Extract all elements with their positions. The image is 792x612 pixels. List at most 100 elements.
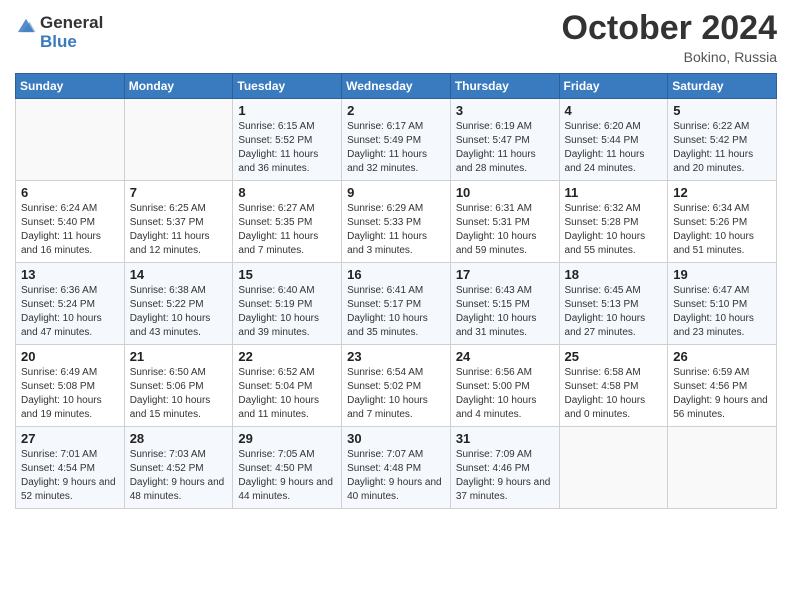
day-info: Sunrise: 6:36 AM Sunset: 5:24 PM Dayligh… <box>21 284 119 340</box>
header-row: Sunday Monday Tuesday Wednesday Thursday… <box>16 74 777 99</box>
cell-w0-d5: 4Sunrise: 6:20 AM Sunset: 5:44 PM Daylig… <box>559 99 668 181</box>
day-number: 11 <box>565 185 663 200</box>
cell-w4-d0: 27 Sunrise: 7:01 AM Sunset: 4:54 PM Dayli… <box>16 427 125 509</box>
cell-w1-d2: 8Sunrise: 6:27 AM Sunset: 5:35 PM Daylig… <box>233 181 342 263</box>
day-number: 25 <box>565 349 663 364</box>
col-thursday: Thursday <box>450 74 559 99</box>
day-info: Sunrise: 6:56 AM Sunset: 5:00 PM Dayligh… <box>456 366 554 422</box>
cell-w1-d1: 7 Sunrise: 6:25 AM Sunset: 5:37 PM Daylig… <box>124 181 233 263</box>
cell-w1-d3: 9 Sunrise: 6:29 AM Sunset: 5:33 PM Daylig… <box>342 181 451 263</box>
cell-w3-d3: 23 Sunrise: 6:54 AM Sunset: 5:02 PM Dayli… <box>342 345 451 427</box>
cell-w0-d3: 2 Sunrise: 6:17 AM Sunset: 5:49 PM Daylig… <box>342 99 451 181</box>
logo-icon <box>15 16 37 38</box>
col-wednesday: Wednesday <box>342 74 451 99</box>
day-info: Sunrise: 6:31 AM Sunset: 5:31 PM Dayligh… <box>456 202 554 258</box>
day-number: 2 <box>347 103 445 118</box>
day-info: Sunrise: 6:47 AM Sunset: 5:10 PM Dayligh… <box>673 284 771 340</box>
day-number: 20 <box>21 349 119 364</box>
day-info: Sunrise: 7:07 AM Sunset: 4:48 PM Dayligh… <box>347 448 445 504</box>
day-info: Sunrise: 6:19 AM Sunset: 5:47 PM Dayligh… <box>456 120 554 176</box>
day-number: 15 <box>238 267 336 282</box>
cell-w2-d3: 16Sunrise: 6:41 AM Sunset: 5:17 PM Dayli… <box>342 263 451 345</box>
title-block: October 2024 Bokino, Russia <box>562 10 777 65</box>
day-info: Sunrise: 6:52 AM Sunset: 5:04 PM Dayligh… <box>238 366 336 422</box>
day-number: 13 <box>21 267 119 282</box>
day-number: 31 <box>456 431 554 446</box>
day-number: 23 <box>347 349 445 364</box>
day-info: Sunrise: 6:45 AM Sunset: 5:13 PM Dayligh… <box>565 284 663 340</box>
col-saturday: Saturday <box>668 74 777 99</box>
cell-w1-d6: 12 Sunrise: 6:34 AM Sunset: 5:26 PM Dayli… <box>668 181 777 263</box>
cell-w3-d0: 20 Sunrise: 6:49 AM Sunset: 5:08 PM Dayli… <box>16 345 125 427</box>
cell-w3-d2: 22 Sunrise: 6:52 AM Sunset: 5:04 PM Dayli… <box>233 345 342 427</box>
cell-w0-d1 <box>124 99 233 181</box>
logo: General Blue <box>15 10 103 51</box>
day-number: 24 <box>456 349 554 364</box>
day-number: 19 <box>673 267 771 282</box>
day-info: Sunrise: 6:15 AM Sunset: 5:52 PM Dayligh… <box>238 120 336 176</box>
day-number: 28 <box>130 431 228 446</box>
logo-general: General <box>40 14 103 33</box>
week-row-1: 6Sunrise: 6:24 AM Sunset: 5:40 PM Daylig… <box>16 181 777 263</box>
cell-w1-d5: 11 Sunrise: 6:32 AM Sunset: 5:28 PM Dayli… <box>559 181 668 263</box>
day-number: 17 <box>456 267 554 282</box>
week-row-4: 27 Sunrise: 7:01 AM Sunset: 4:54 PM Dayli… <box>16 427 777 509</box>
cell-w2-d6: 19 Sunrise: 6:47 AM Sunset: 5:10 PM Dayli… <box>668 263 777 345</box>
day-info: Sunrise: 6:29 AM Sunset: 5:33 PM Dayligh… <box>347 202 445 258</box>
cell-w4-d6 <box>668 427 777 509</box>
day-number: 14 <box>130 267 228 282</box>
cell-w0-d6: 5 Sunrise: 6:22 AM Sunset: 5:42 PM Daylig… <box>668 99 777 181</box>
cell-w3-d5: 25Sunrise: 6:58 AM Sunset: 4:58 PM Dayli… <box>559 345 668 427</box>
calendar-table: Sunday Monday Tuesday Wednesday Thursday… <box>15 73 777 509</box>
day-info: Sunrise: 6:32 AM Sunset: 5:28 PM Dayligh… <box>565 202 663 258</box>
cell-w4-d4: 31Sunrise: 7:09 AM Sunset: 4:46 PM Dayli… <box>450 427 559 509</box>
day-number: 27 <box>21 431 119 446</box>
day-number: 12 <box>673 185 771 200</box>
day-info: Sunrise: 7:05 AM Sunset: 4:50 PM Dayligh… <box>238 448 336 504</box>
logo-blue: Blue <box>40 33 103 52</box>
day-number: 30 <box>347 431 445 446</box>
day-info: Sunrise: 6:40 AM Sunset: 5:19 PM Dayligh… <box>238 284 336 340</box>
week-row-0: 1 Sunrise: 6:15 AM Sunset: 5:52 PM Daylig… <box>16 99 777 181</box>
day-info: Sunrise: 6:17 AM Sunset: 5:49 PM Dayligh… <box>347 120 445 176</box>
cell-w4-d3: 30 Sunrise: 7:07 AM Sunset: 4:48 PM Dayli… <box>342 427 451 509</box>
day-number: 9 <box>347 185 445 200</box>
cell-w0-d2: 1 Sunrise: 6:15 AM Sunset: 5:52 PM Daylig… <box>233 99 342 181</box>
day-info: Sunrise: 6:34 AM Sunset: 5:26 PM Dayligh… <box>673 202 771 258</box>
day-info: Sunrise: 6:22 AM Sunset: 5:42 PM Dayligh… <box>673 120 771 176</box>
col-friday: Friday <box>559 74 668 99</box>
cell-w1-d0: 6Sunrise: 6:24 AM Sunset: 5:40 PM Daylig… <box>16 181 125 263</box>
day-info: Sunrise: 6:49 AM Sunset: 5:08 PM Dayligh… <box>21 366 119 422</box>
day-number: 7 <box>130 185 228 200</box>
cell-w2-d0: 13 Sunrise: 6:36 AM Sunset: 5:24 PM Dayli… <box>16 263 125 345</box>
cell-w3-d4: 24 Sunrise: 6:56 AM Sunset: 5:00 PM Dayli… <box>450 345 559 427</box>
day-info: Sunrise: 6:20 AM Sunset: 5:44 PM Dayligh… <box>565 120 663 176</box>
day-number: 29 <box>238 431 336 446</box>
cell-w2-d1: 14Sunrise: 6:38 AM Sunset: 5:22 PM Dayli… <box>124 263 233 345</box>
page: General Blue October 2024 Bokino, Russia… <box>0 0 792 612</box>
day-number: 1 <box>238 103 336 118</box>
day-number: 10 <box>456 185 554 200</box>
day-info: Sunrise: 7:03 AM Sunset: 4:52 PM Dayligh… <box>130 448 228 504</box>
day-number: 5 <box>673 103 771 118</box>
day-number: 22 <box>238 349 336 364</box>
cell-w4-d2: 29 Sunrise: 7:05 AM Sunset: 4:50 PM Dayli… <box>233 427 342 509</box>
cell-w2-d5: 18Sunrise: 6:45 AM Sunset: 5:13 PM Dayli… <box>559 263 668 345</box>
day-number: 16 <box>347 267 445 282</box>
cell-w2-d2: 15 Sunrise: 6:40 AM Sunset: 5:19 PM Dayli… <box>233 263 342 345</box>
cell-w0-d4: 3Sunrise: 6:19 AM Sunset: 5:47 PM Daylig… <box>450 99 559 181</box>
col-monday: Monday <box>124 74 233 99</box>
cell-w3-d6: 26Sunrise: 6:59 AM Sunset: 4:56 PM Dayli… <box>668 345 777 427</box>
day-info: Sunrise: 7:01 AM Sunset: 4:54 PM Dayligh… <box>21 448 119 504</box>
day-info: Sunrise: 6:59 AM Sunset: 4:56 PM Dayligh… <box>673 366 771 422</box>
day-info: Sunrise: 6:54 AM Sunset: 5:02 PM Dayligh… <box>347 366 445 422</box>
location: Bokino, Russia <box>562 49 777 65</box>
cell-w4-d1: 28 Sunrise: 7:03 AM Sunset: 4:52 PM Dayli… <box>124 427 233 509</box>
cell-w3-d1: 21Sunrise: 6:50 AM Sunset: 5:06 PM Dayli… <box>124 345 233 427</box>
day-info: Sunrise: 6:27 AM Sunset: 5:35 PM Dayligh… <box>238 202 336 258</box>
day-info: Sunrise: 6:50 AM Sunset: 5:06 PM Dayligh… <box>130 366 228 422</box>
day-number: 6 <box>21 185 119 200</box>
header: General Blue October 2024 Bokino, Russia <box>15 10 777 65</box>
cell-w1-d4: 10 Sunrise: 6:31 AM Sunset: 5:31 PM Dayli… <box>450 181 559 263</box>
day-info: Sunrise: 6:25 AM Sunset: 5:37 PM Dayligh… <box>130 202 228 258</box>
